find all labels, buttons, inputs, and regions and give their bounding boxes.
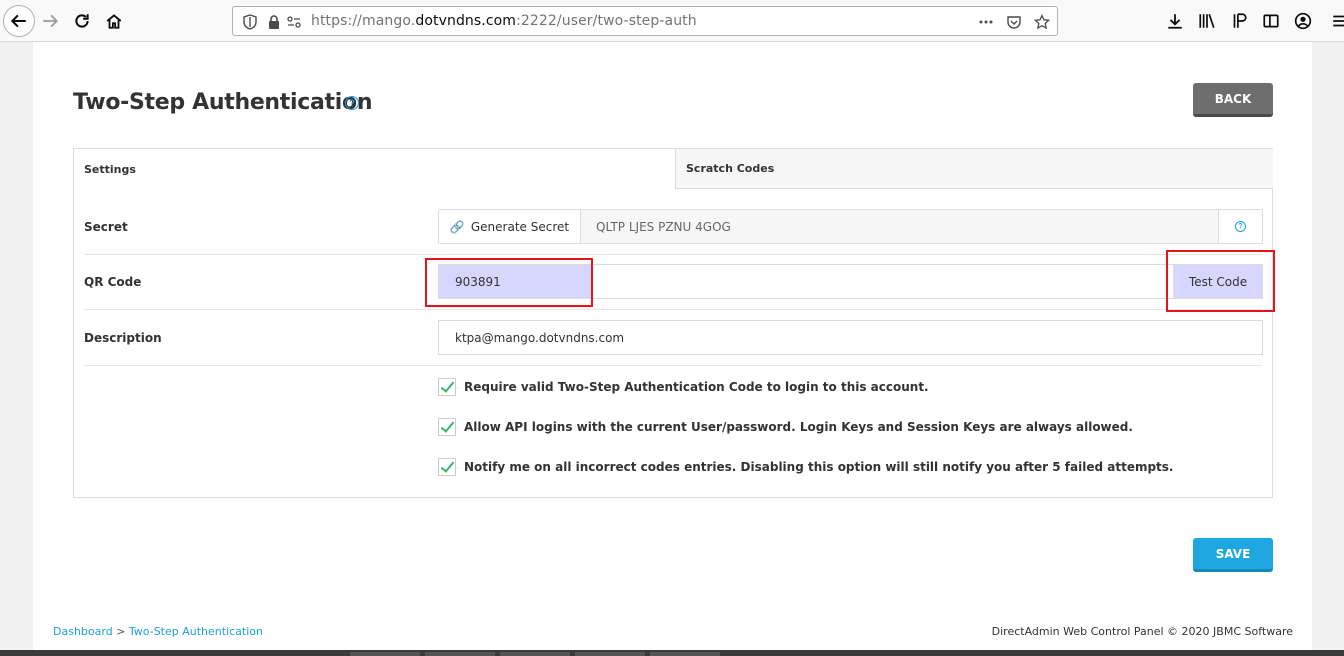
tab-settings[interactable]: Settings (74, 149, 675, 189)
taskbar-item[interactable] (500, 652, 570, 656)
sidebar-icon[interactable] (1257, 7, 1285, 35)
highlight-box-qr-input (425, 258, 593, 307)
breadcrumb-separator: > (116, 625, 126, 638)
permissions-icon[interactable] (285, 13, 303, 31)
option-require-2fa[interactable]: Require valid Two-Step Authentication Co… (438, 378, 929, 396)
highlight-box-test-code (1166, 250, 1275, 312)
page-content: Two-Step Authentication ? BACK Settings … (33, 42, 1312, 650)
secret-value: QLTP LJES PZNU 4GOG (596, 220, 731, 234)
breadcrumb-dashboard-link[interactable]: Dashboard (53, 625, 113, 638)
bookmark-star-icon[interactable] (1033, 13, 1051, 31)
taskbar-item[interactable] (575, 652, 645, 656)
footer-copyright: DirectAdmin Web Control Panel © 2020 JBM… (991, 625, 1293, 638)
breadcrumb-current-link[interactable]: Two-Step Authentication (129, 625, 263, 638)
browser-toolbar: https://mango.dotvndns.com:2222/user/two… (0, 0, 1344, 42)
back-button[interactable]: BACK (1193, 83, 1273, 117)
secret-field-group: 🔗 Generate Secret QLTP LJES PZNU 4GOG ? (438, 209, 1263, 244)
description-label: Description (84, 331, 162, 345)
lock-icon[interactable] (265, 13, 283, 31)
account-icon[interactable] (1289, 7, 1317, 35)
forward-arrow-icon[interactable] (36, 7, 64, 35)
secret-help-button[interactable]: ? (1218, 210, 1262, 243)
generate-secret-label: Generate Secret (470, 219, 570, 234)
url-bar[interactable]: https://mango.dotvndns.com:2222/user/two… (232, 6, 1058, 36)
generate-secret-button[interactable]: 🔗 Generate Secret (439, 210, 581, 243)
qr-code-label: QR Code (84, 275, 142, 289)
option-label: Require valid Two-Step Authentication Co… (464, 380, 929, 394)
divider (84, 365, 1262, 366)
help-icon: ? (1235, 221, 1246, 232)
secret-label: Secret (84, 220, 128, 234)
breadcrumb: Dashboard > Two-Step Authentication (53, 625, 263, 638)
divider (84, 254, 1262, 255)
pocket-icon[interactable] (1005, 13, 1023, 31)
tab-scratch-codes[interactable]: Scratch Codes (675, 149, 1273, 189)
taskbar-item[interactable] (650, 652, 720, 656)
link-icon: 🔗 (449, 219, 465, 234)
menu-icon[interactable] (1326, 7, 1344, 35)
page-title: Two-Step Authentication (73, 90, 373, 115)
settings-panel: Settings Scratch Codes Secret 🔗 Generate… (73, 148, 1273, 498)
divider (84, 309, 1262, 310)
checkbox-checked[interactable] (438, 378, 456, 396)
download-icon[interactable] (1161, 7, 1189, 35)
shield-icon[interactable] (241, 13, 259, 31)
description-input[interactable]: ktpa@mango.dotvndns.com (438, 320, 1263, 355)
more-actions-icon[interactable] (977, 13, 995, 31)
save-button[interactable]: SAVE (1193, 538, 1273, 572)
reload-icon[interactable] (68, 7, 96, 35)
option-label: Notify me on all incorrect codes entries… (464, 460, 1174, 474)
checkbox-checked[interactable] (438, 458, 456, 476)
taskbar-item[interactable] (425, 652, 495, 656)
home-icon[interactable] (100, 7, 128, 35)
library-icon[interactable] (1193, 7, 1221, 35)
taskbar (0, 650, 1344, 656)
option-notify-incorrect[interactable]: Notify me on all incorrect codes entries… (438, 458, 1174, 476)
ip-extension-icon[interactable] (1225, 7, 1253, 35)
back-arrow-icon[interactable] (3, 5, 35, 37)
url-text[interactable]: https://mango.dotvndns.com:2222/user/two… (311, 13, 697, 29)
checkbox-checked[interactable] (438, 418, 456, 436)
option-label: Allow API logins with the current User/p… (464, 420, 1133, 434)
help-icon[interactable]: ? (345, 96, 359, 110)
option-allow-api[interactable]: Allow API logins with the current User/p… (438, 418, 1133, 436)
taskbar-item[interactable] (350, 652, 420, 656)
